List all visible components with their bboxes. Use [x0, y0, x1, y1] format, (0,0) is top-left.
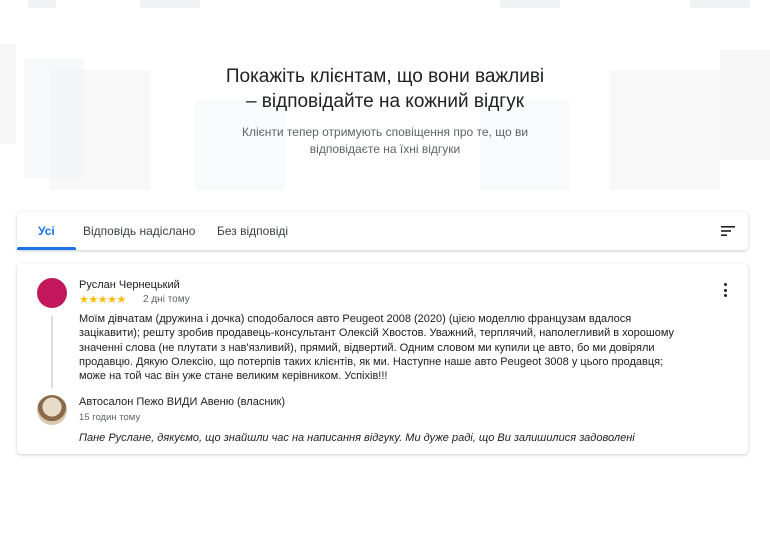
more-vert-icon[interactable] [722, 283, 728, 299]
hero-title: Покажіть клієнтам, що вони важливі – від… [0, 64, 770, 114]
hero-title-line: – відповідайте на кожний відгук [245, 91, 525, 112]
sort-icon[interactable] [720, 223, 736, 239]
hero-subtitle: Клієнти тепер отримують сповіщення про т… [0, 124, 770, 158]
review-date: 2 дні тому [143, 294, 190, 305]
hero-decoration [690, 0, 750, 8]
owner-reply-date: 15 годин тому [79, 412, 141, 423]
review-text: Моїм дівчатам (дружина і дочка) сподобал… [79, 313, 675, 383]
active-tab-indicator [17, 247, 76, 250]
reviewer-name: Руслан Чернецький [79, 279, 180, 291]
thread-line [51, 316, 53, 388]
star-rating: ★★★★★ [79, 294, 126, 306]
hero-banner: Покажіть клієнтам, що вони важливі – від… [0, 0, 770, 195]
review-tabs: Усі Відповідь надіслано Без відповіді [17, 212, 748, 250]
review-card: Руслан Чернецький ★★★★★ 2 дні тому Моїм … [17, 264, 748, 454]
avatar [37, 278, 67, 308]
hero-title-line: Покажіть клієнтам, що вони важливі [225, 66, 545, 87]
hero-subtitle-line: відповідаєте на їхні відгуки [309, 142, 461, 156]
owner-name: Автосалон Пежо ВИДИ Авеню (власник) [79, 396, 286, 408]
owner-avatar [37, 395, 67, 425]
tab-unanswered[interactable]: Без відповіді [217, 212, 288, 250]
hero-decoration [28, 0, 56, 8]
hero-subtitle-line: Клієнти тепер отримують сповіщення про т… [241, 125, 529, 139]
hero-decoration [500, 0, 560, 8]
tab-replied[interactable]: Відповідь надіслано [83, 212, 195, 250]
hero-decoration [140, 0, 200, 8]
owner-reply-text: Пане Руслане, дякуємо, що знайшли час на… [79, 432, 635, 444]
tab-all[interactable]: Усі [38, 212, 55, 250]
